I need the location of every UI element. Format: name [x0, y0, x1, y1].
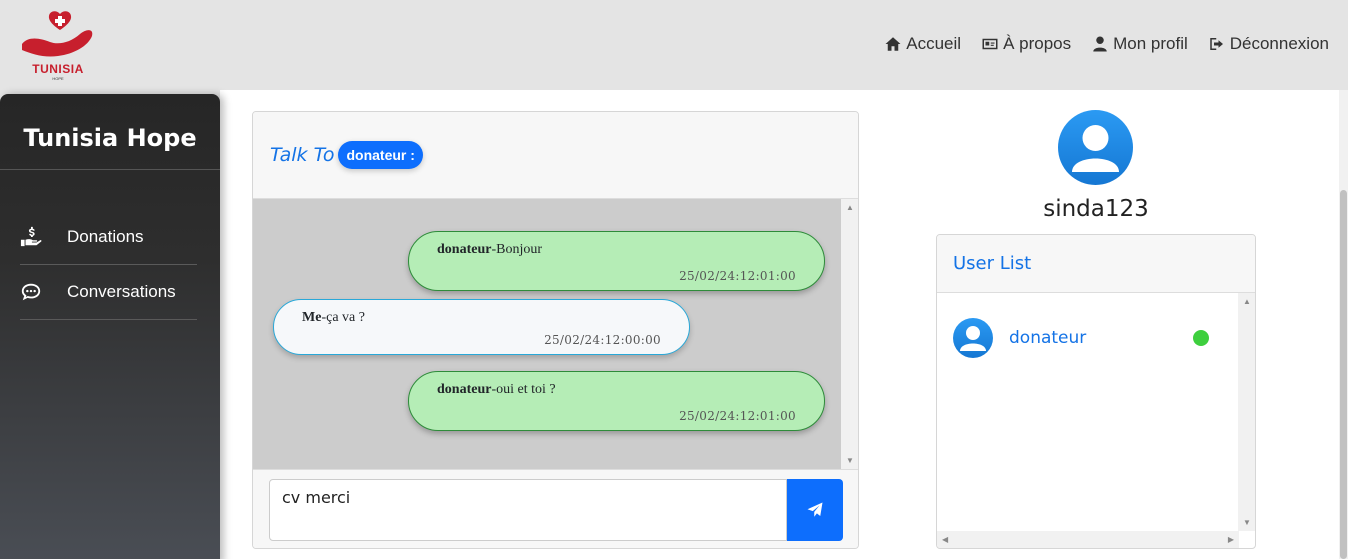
profile-avatar	[1058, 110, 1133, 185]
message-composer	[253, 469, 858, 548]
user-avatar-icon	[1072, 125, 1119, 172]
message-time: 25/02/24:12:00:00	[544, 333, 661, 347]
paper-plane-icon	[807, 502, 823, 517]
message-bubble: donateur-Bonjour 25/02/24:12:01:00	[408, 231, 825, 291]
nav-deconnexion-label: Déconnexion	[1229, 34, 1329, 53]
nav-a-propos[interactable]: À propos	[981, 34, 1071, 54]
logo-subtext: HOPE	[52, 76, 64, 81]
user-avatar-icon	[960, 326, 986, 351]
scroll-up-icon[interactable]: ▲	[1243, 297, 1251, 306]
page-scrollbar-thumb[interactable]	[1340, 190, 1347, 559]
user-list-item[interactable]: donateur	[953, 317, 1223, 359]
nav-a-propos-label: À propos	[1003, 34, 1072, 53]
scroll-down-icon[interactable]: ▼	[846, 456, 854, 465]
chat-bubble-icon	[20, 281, 42, 303]
scroll-right-icon[interactable]: ▶	[1228, 535, 1234, 544]
user-list-panel: User List donateur ▲ ▼ ◀ ▶	[936, 234, 1256, 549]
hand-donation-icon	[20, 226, 42, 248]
nav-mon-profil[interactable]: Mon profil	[1091, 34, 1188, 54]
sign-out-icon	[1210, 38, 1223, 50]
message-text: -ça va ?	[321, 310, 365, 325]
scroll-up-icon[interactable]: ▲	[846, 203, 854, 212]
user-list-scrollbar[interactable]: ▲ ▼	[1238, 293, 1255, 531]
message-bubble: Me-ça va ? 25/02/24:12:00:00	[273, 299, 690, 355]
sidebar-title: Tunisia Hope	[0, 94, 220, 170]
nav-mon-profil-label: Mon profil	[1113, 34, 1188, 53]
profile-username: sinda123	[1043, 196, 1149, 222]
chat-panel: Talk To donateur : donateur-Bonjour 25/0…	[252, 111, 859, 549]
message-sender: donateur	[437, 382, 492, 397]
recipient-badge: donateur :	[338, 141, 423, 169]
user-list-title: User List	[937, 235, 1255, 293]
sidebar-item-conversations[interactable]: Conversations	[20, 265, 197, 320]
brand-logo[interactable]: TUNISIA HOPE	[18, 10, 98, 82]
nav-deconnexion[interactable]: Déconnexion	[1208, 34, 1329, 54]
message-sender: donateur	[437, 242, 492, 257]
logo-text: TUNISIA	[32, 62, 84, 76]
nav-accueil[interactable]: Accueil	[884, 34, 961, 54]
online-status-dot	[1193, 330, 1209, 346]
sidebar-item-conversations-label: Conversations	[67, 282, 176, 301]
avatar	[953, 318, 993, 358]
top-navbar: TUNISIA HOPE Accueil À propos Mon profil…	[0, 0, 1348, 90]
send-button[interactable]	[787, 479, 843, 541]
sidebar: Tunisia Hope Donations Conversations	[0, 94, 220, 559]
page-scrollbar[interactable]	[1339, 90, 1348, 559]
home-icon	[885, 37, 901, 51]
message-list-scrollbar[interactable]: ▲ ▼	[841, 199, 858, 469]
message-text: -oui et toi ?	[491, 382, 556, 397]
user-icon	[1093, 36, 1107, 52]
top-nav: Accueil À propos Mon profil Déconnexion	[884, 34, 1329, 54]
message-time: 25/02/24:12:01:00	[679, 269, 796, 283]
message-text: -Bonjour	[491, 242, 543, 257]
nav-accueil-label: Accueil	[906, 34, 962, 53]
message-sender: Me	[302, 310, 322, 325]
heart-hand-logo-icon	[22, 11, 93, 57]
id-card-icon	[982, 38, 998, 50]
chat-header: Talk To donateur :	[253, 112, 858, 199]
sidebar-item-donations-label: Donations	[67, 227, 144, 246]
message-input[interactable]	[269, 479, 787, 541]
message-bubble: donateur-oui et toi ? 25/02/24:12:01:00	[408, 371, 825, 431]
sidebar-item-donations[interactable]: Donations	[20, 210, 197, 265]
scroll-left-icon[interactable]: ◀	[942, 535, 948, 544]
talk-to-label: Talk To	[270, 144, 335, 166]
user-list-item-name: donateur	[1009, 328, 1087, 348]
message-time: 25/02/24:12:01:00	[679, 409, 796, 423]
message-list[interactable]: donateur-Bonjour 25/02/24:12:01:00 Me-ça…	[253, 199, 858, 469]
user-list-horizontal-scrollbar[interactable]: ◀ ▶	[937, 531, 1239, 548]
scroll-down-icon[interactable]: ▼	[1243, 518, 1251, 527]
